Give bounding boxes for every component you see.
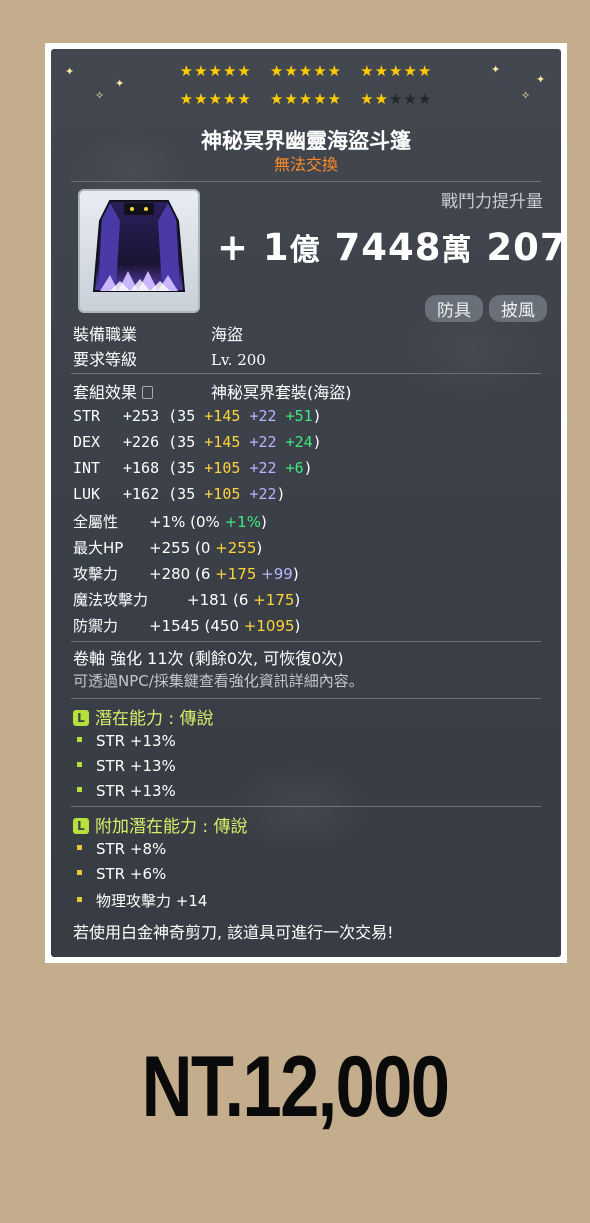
additional-potential-header: L 附加潛在能力 : 傳說 [73,812,248,837]
divider [71,698,541,699]
combat-power-label: 戰鬥力提升量 [441,192,543,212]
stat-row-defense: 防禦力 +1545 (450 +1095) [73,617,301,635]
tag-armor: 防具 [425,295,483,322]
star-icon-group: ★★★★★ [360,62,433,80]
stat-row-str: STR +253 (35 +145 +22 +51) [73,407,322,425]
divider [71,181,541,182]
additional-potential-line: STR +6% [77,865,166,883]
stat-row-luk: LUK +162 (35 +105 +22) [73,485,286,503]
upgrade-line: 卷軸 強化 11次 (剩餘0次, 可恢復0次) [73,649,344,668]
lock-icon [142,386,154,399]
stat-row-all-stat: 全屬性 +1% (0% +1%) [73,513,267,531]
cape-icon [92,200,186,292]
stat-row-int: INT +168 (35 +105 +22 +6) [73,459,313,477]
item-tooltip: ✦ ✧ ✦ ✦ ✧ ✦ ★★★★★ ★★★★★ ★★★★★ ★★★★★ ★★★★★ ★★… [51,49,561,957]
legendary-badge-icon: L [73,818,89,834]
legendary-badge-icon: L [73,710,89,726]
divider [71,806,541,807]
trade-note: 若使用白金神奇剪刀, 該道具可進行一次交易! [73,923,394,942]
item-tags: 防具 披風 [419,295,547,322]
divider [71,641,541,642]
set-effect-row: 套組效果 神秘冥界套裝(海盜) [73,383,352,402]
potential-header: L 潛在能力 : 傳說 [73,704,214,729]
item-tooltip-frame: ✦ ✧ ✦ ✦ ✧ ✦ ★★★★★ ★★★★★ ★★★★★ ★★★★★ ★★★★★ ★★… [45,43,567,963]
potential-line: STR +13% [77,757,176,775]
price-label: NT.12,000 [141,1039,450,1135]
upgrade-note: 可透過NPC/採集鍵查看強化資訊詳細內容。 [73,672,364,690]
star-icon-group: ★★★★★ [179,90,252,108]
level-row: 要求等級 Lv. 200 [73,350,266,369]
potential-line: STR +13% [77,732,176,750]
potential-line: STR +13% [77,782,176,800]
star-icon-group: ★★★★★ [179,62,252,80]
star-force-row-1: ★★★★★ ★★★★★ ★★★★★ [51,63,561,79]
additional-potential-line: 物理攻擊力 +14 [77,890,207,911]
item-icon-box [78,189,200,313]
star-icon-group: ★★★★★ [360,90,433,108]
star-force-row-2: ★★★★★ ★★★★★ ★★★★★ [51,91,561,107]
combat-power-value: + 1億 7448萬 2079 [217,226,561,269]
star-icon-group: ★★★★★ [269,62,343,80]
stat-row-dex: DEX +226 (35 +145 +22 +24) [73,433,322,451]
stat-row-magic-attack: 魔法攻擊力 +181 (6 +175) [73,591,301,609]
divider [71,373,541,374]
stat-row-attack: 攻擊力 +280 (6 +175 +99) [73,565,299,583]
additional-potential-line: STR +8% [77,840,166,858]
trade-status: 無法交換 [273,155,338,174]
job-row: 裝備職業 海盜 [73,325,244,344]
star-icon-group: ★★★★★ [269,90,343,108]
tag-cape: 披風 [489,295,547,322]
stat-row-max-hp: 最大HP +255 (0 +255) [73,539,263,557]
